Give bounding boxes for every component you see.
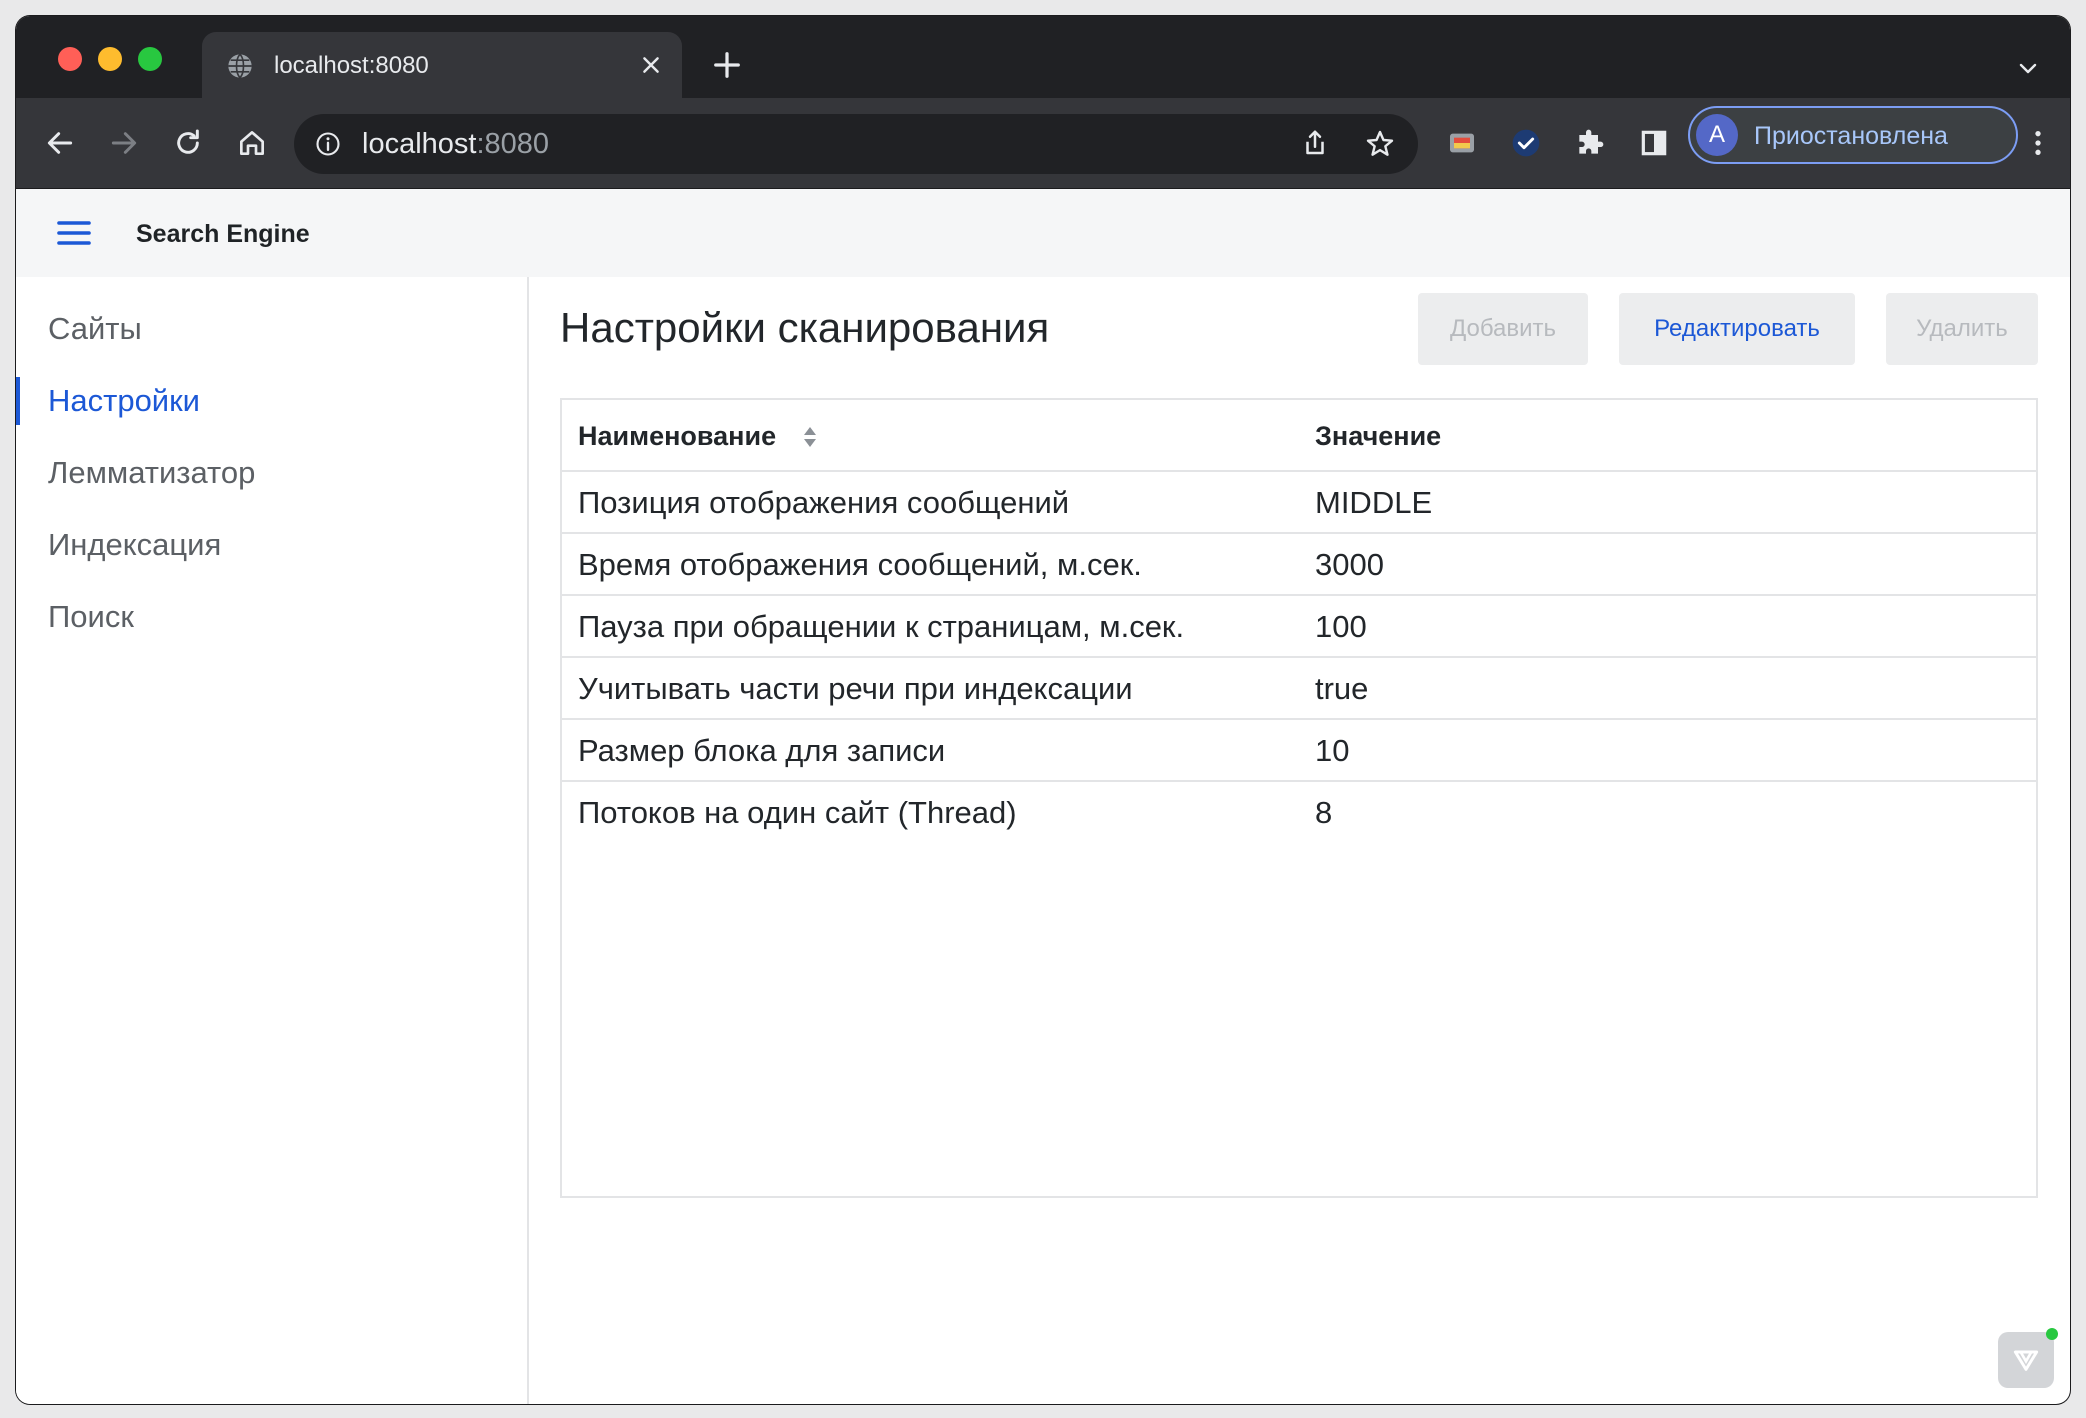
cast-extension-icon[interactable] <box>1446 127 1478 159</box>
chevron-down-icon[interactable] <box>2016 56 2040 80</box>
chat-widget-button[interactable] <box>1998 1328 2058 1388</box>
browser-toolbar: localhost:8080 A Приостановлена <box>16 98 2070 189</box>
info-icon[interactable] <box>314 130 342 158</box>
sort-icon[interactable] <box>802 424 818 450</box>
new-tab-icon[interactable] <box>712 50 742 80</box>
setting-name: Потоков на один сайт (Thread) <box>578 795 1017 830</box>
globe-icon <box>228 53 252 79</box>
setting-value: true <box>1315 671 1369 706</box>
profile-button[interactable]: A Приостановлена <box>1688 106 2018 164</box>
close-icon[interactable] <box>640 54 662 76</box>
sidebar-item-search[interactable]: Поиск <box>16 587 527 647</box>
sidebar-item-indexing[interactable]: Индексация <box>16 515 527 575</box>
menu-icon[interactable] <box>56 217 92 249</box>
table-row[interactable]: Позиция отображения сообщений MIDDLE <box>562 472 2036 534</box>
reload-icon[interactable] <box>172 127 204 159</box>
sidebar-item-sites[interactable]: Сайты <box>16 299 527 359</box>
sidebar-item-label: Поиск <box>48 599 134 634</box>
sidebar-item-label: Индексация <box>48 527 222 562</box>
profile-status: Приостановлена <box>1754 122 1948 150</box>
app-header: Search Engine <box>16 189 2070 277</box>
sidebar-item-label: Лемматизатор <box>48 455 256 490</box>
setting-name: Размер блока для записи <box>578 733 946 768</box>
table-row[interactable]: Потоков на один сайт (Thread) 8 <box>562 782 2036 842</box>
online-status-dot <box>2046 1328 2058 1340</box>
avatar: A <box>1696 114 1738 156</box>
setting-value: 100 <box>1315 609 1367 644</box>
table-row[interactable]: Размер блока для записи 10 <box>562 720 2036 782</box>
star-icon[interactable] <box>1364 128 1396 160</box>
table-row[interactable]: Учитывать части речи при индексации true <box>562 658 2036 720</box>
address-bar[interactable]: localhost:8080 <box>294 114 1418 174</box>
more-vertical-icon[interactable] <box>2022 127 2054 159</box>
close-window-button[interactable] <box>58 47 82 71</box>
page-title: Настройки сканирования <box>560 304 1050 351</box>
sidebar-item-label: Настройки <box>48 383 201 418</box>
table-header: Наименование Значение <box>562 400 2036 472</box>
browser-window: localhost:8080 localhost:8080 A Приостан… <box>16 16 2070 1404</box>
setting-value: MIDDLE <box>1315 485 1433 520</box>
chat-widget-icon <box>2013 1350 2039 1371</box>
url-host: localhost <box>362 128 477 160</box>
setting-value: 3000 <box>1315 547 1384 582</box>
sidebar-item-label: Сайты <box>48 311 142 346</box>
setting-name: Пауза при обращении к страницам, м.сек. <box>578 609 1185 644</box>
side-panel-icon[interactable] <box>1638 127 1670 159</box>
extensions-puzzle-icon[interactable] <box>1574 127 1606 159</box>
maximize-window-button[interactable] <box>138 47 162 71</box>
share-icon[interactable] <box>1300 128 1330 158</box>
setting-name: Позиция отображения сообщений <box>578 485 1070 520</box>
sidebar-item-lemmatizer[interactable]: Лемматизатор <box>16 443 527 503</box>
settings-table: Наименование Значение Позиция отображени… <box>560 398 2038 1198</box>
tab-strip: localhost:8080 <box>16 16 2070 98</box>
home-icon[interactable] <box>236 127 268 159</box>
add-button[interactable]: Добавить <box>1418 293 1588 365</box>
url-port: :8080 <box>476 128 550 160</box>
setting-value: 8 <box>1315 795 1333 830</box>
column-header-name[interactable]: Наименование <box>578 420 776 452</box>
edit-button[interactable]: Редактировать <box>1619 293 1855 365</box>
check-extension-icon[interactable] <box>1510 127 1542 159</box>
url-text: localhost:8080 <box>362 128 549 160</box>
delete-button[interactable]: Удалить <box>1886 293 2038 365</box>
back-arrow-icon[interactable] <box>44 127 76 159</box>
minimize-window-button[interactable] <box>98 47 122 71</box>
table-row[interactable]: Пауза при обращении к страницам, м.сек. … <box>562 596 2036 658</box>
browser-tab[interactable]: localhost:8080 <box>202 32 682 98</box>
table-row[interactable]: Время отображения сообщений, м.сек. 3000 <box>562 534 2036 596</box>
column-header-value: Значение <box>1315 421 1442 451</box>
sidebar-item-settings[interactable]: Настройки <box>16 371 527 431</box>
sidebar: Сайты Настройки Лемматизатор Индексация … <box>16 277 529 1404</box>
app-brand: Search Engine <box>136 220 310 248</box>
setting-name: Время отображения сообщений, м.сек. <box>578 547 1142 582</box>
setting-value: 10 <box>1315 733 1350 768</box>
forward-arrow-icon[interactable] <box>108 127 140 159</box>
setting-name: Учитывать части речи при индексации <box>578 671 1133 706</box>
tab-title: localhost:8080 <box>274 52 429 79</box>
